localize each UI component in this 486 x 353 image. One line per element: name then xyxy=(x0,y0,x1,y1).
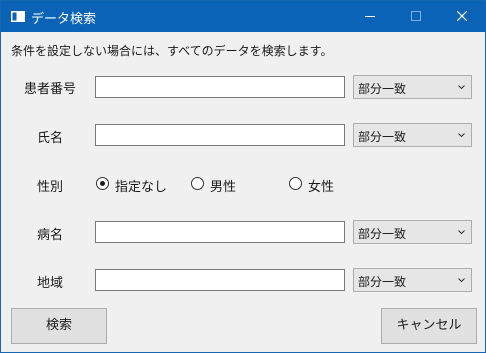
region-input[interactable] xyxy=(95,269,345,291)
radio-circle xyxy=(96,177,109,190)
gender-option-label: 指定なし xyxy=(115,180,168,195)
search-dialog: データ検索 条件を設定しない場合には、すべてのデータを検索します。 患者番号 部… xyxy=(0,0,486,353)
name-input[interactable] xyxy=(95,124,345,146)
chevron-down-icon xyxy=(458,278,465,283)
chevron-down-icon xyxy=(458,230,465,235)
gender-option-label: 男性 xyxy=(210,180,237,195)
name-match-select[interactable]: 部分一致 xyxy=(353,123,472,147)
patient-number-input[interactable] xyxy=(95,76,345,98)
window-app-icon xyxy=(11,11,25,22)
patient-number-match-value: 部分一致 xyxy=(358,82,407,96)
close-button[interactable] xyxy=(439,1,485,32)
chevron-down-icon xyxy=(458,133,465,138)
patient-number-match-select[interactable]: 部分一致 xyxy=(353,75,472,99)
disease-match-select[interactable]: 部分一致 xyxy=(353,220,472,244)
radio-selected-dot xyxy=(100,181,105,186)
chevron-down-icon xyxy=(458,85,465,90)
minimize-button[interactable] xyxy=(347,1,393,32)
minimize-icon xyxy=(365,16,375,17)
search-button[interactable]: 検索 xyxy=(11,308,107,344)
disease-label: 病名 xyxy=(37,228,64,243)
window-title: データ検索 xyxy=(31,12,97,27)
name-label: 氏名 xyxy=(37,131,64,146)
radio-circle xyxy=(191,177,204,190)
disease-input[interactable] xyxy=(95,221,345,243)
patient-number-label: 患者番号 xyxy=(24,82,77,97)
disease-match-value: 部分一致 xyxy=(358,227,407,241)
maximize-icon xyxy=(411,11,421,21)
title-bar[interactable]: データ検索 xyxy=(1,1,485,32)
description-text: 条件を設定しない場合には、すべてのデータを検索します。 xyxy=(11,44,333,58)
region-label: 地域 xyxy=(37,276,64,291)
gender-option-label: 女性 xyxy=(308,180,335,195)
maximize-button[interactable] xyxy=(393,1,439,32)
name-match-value: 部分一致 xyxy=(358,130,407,144)
cancel-button[interactable]: キャンセル xyxy=(381,308,477,344)
gender-label: 性別 xyxy=(37,180,64,195)
radio-circle xyxy=(289,177,302,190)
region-match-select[interactable]: 部分一致 xyxy=(353,268,472,292)
region-match-value: 部分一致 xyxy=(358,275,407,289)
close-icon xyxy=(457,11,467,21)
